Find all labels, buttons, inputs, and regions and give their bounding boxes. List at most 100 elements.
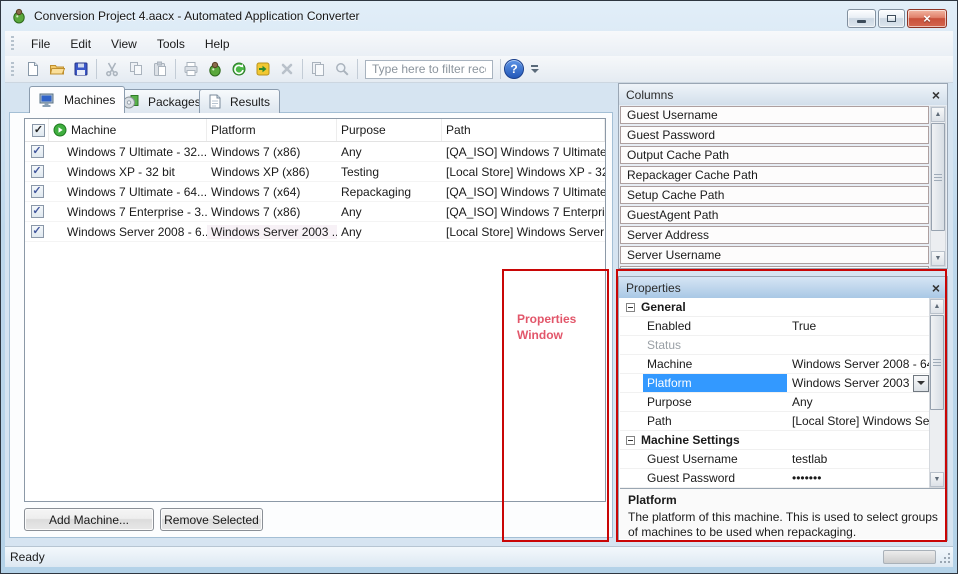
scroll-down-icon[interactable]: ▼ [931, 251, 945, 266]
property-row-enabled[interactable]: Enabled True [620, 317, 946, 336]
title-bar: Conversion Project 4.aacx - Automated Ap… [1, 1, 957, 31]
open-project-icon[interactable] [45, 58, 69, 80]
group-machine-settings[interactable]: Machine Settings [620, 431, 946, 450]
column-chip[interactable]: Guest Password [620, 126, 929, 144]
row-checkbox[interactable]: ✓ [31, 225, 44, 238]
columns-list: Guest Username Guest Password Output Cac… [619, 105, 947, 268]
cell-path: [QA_ISO] Windows 7 Ultimate ... [442, 185, 605, 199]
minimize-icon [857, 20, 866, 23]
collapse-icon[interactable] [626, 303, 635, 312]
properties-panel-title: Properties [626, 281, 681, 295]
row-checkbox[interactable]: ✓ [31, 205, 44, 218]
menu-file[interactable]: File [21, 34, 60, 54]
maximize-button[interactable] [878, 9, 905, 28]
start-conversion-icon[interactable] [203, 58, 227, 80]
cell-platform: Windows 7 (x86) [207, 145, 337, 159]
minimize-button[interactable] [847, 9, 876, 28]
platform-dropdown-button[interactable] [913, 375, 929, 392]
toolbar-separator [357, 59, 358, 79]
thumb-grip-icon [934, 174, 942, 181]
column-header-purpose[interactable]: Purpose [337, 119, 442, 141]
properties-panel: Properties × General Enabled True Status… [618, 276, 948, 541]
scroll-up-icon[interactable]: ▲ [931, 107, 945, 122]
close-icon[interactable]: × [932, 88, 940, 102]
menu-bar: File Edit View Tools Help [5, 31, 953, 56]
scroll-down-icon[interactable]: ▼ [930, 472, 944, 487]
column-header-platform[interactable]: Platform [207, 119, 337, 141]
table-row[interactable]: ✓ Windows 7 Enterprise - 3... Windows 7 … [25, 202, 605, 222]
cell-machine: Windows Server 2008 - 6... [49, 225, 207, 239]
scrollbar-thumb[interactable] [930, 315, 944, 410]
filter-input[interactable] [365, 60, 493, 79]
add-machine-button[interactable]: Add Machine... [24, 508, 154, 531]
maximize-icon [887, 15, 896, 22]
resize-grip[interactable] [940, 553, 950, 563]
group-general[interactable]: General [620, 298, 946, 317]
toolbar-separator [302, 59, 303, 79]
menubar-gripper[interactable] [11, 36, 14, 51]
close-icon[interactable]: × [932, 281, 940, 295]
menu-edit[interactable]: Edit [60, 34, 101, 54]
column-header-path[interactable]: Path [442, 119, 605, 141]
tab-results[interactable]: Results [199, 89, 280, 113]
cell-path: [Local Store] Windows Server 2... [442, 225, 605, 239]
menu-view[interactable]: View [101, 34, 147, 54]
table-row[interactable]: ✓ Windows XP - 32 bit Windows XP (x86) T… [25, 162, 605, 182]
column-chip[interactable]: Server Address [620, 226, 929, 244]
column-chip[interactable]: Repackager Cache Path [620, 166, 929, 184]
close-button[interactable]: × [907, 9, 947, 28]
property-row-path[interactable]: Path [Local Store] Windows Ser [620, 412, 946, 431]
annotation-text: Properties Window [517, 311, 576, 343]
property-description-title: Platform [628, 493, 938, 507]
menu-tools[interactable]: Tools [147, 34, 195, 54]
cell-machine: Windows 7 Ultimate - 32... [49, 145, 207, 159]
columns-scrollbar[interactable]: ▲ ▼ [930, 106, 946, 267]
run-to-icon[interactable] [251, 58, 275, 80]
duplicate-icon [306, 58, 330, 80]
column-header-machine[interactable]: Machine [49, 119, 207, 141]
column-chip[interactable]: Server Password [620, 266, 929, 268]
remove-selected-button[interactable]: Remove Selected [160, 508, 263, 531]
scroll-up-icon[interactable]: ▲ [930, 299, 944, 314]
cell-platform: Windows 7 (x64) [207, 185, 337, 199]
property-row-platform[interactable]: Platform Windows Server 2003 R [620, 374, 946, 393]
collapse-icon[interactable] [626, 436, 635, 445]
column-chip[interactable]: Guest Username [620, 106, 929, 124]
row-checkbox[interactable]: ✓ [31, 165, 44, 178]
cell-machine: Windows 7 Enterprise - 3... [49, 205, 207, 219]
toolbar-gripper[interactable] [11, 62, 14, 77]
stop-icon [275, 58, 299, 80]
toolbar-separator [96, 59, 97, 79]
table-row[interactable]: ✓ Windows 7 Ultimate - 64... Windows 7 (… [25, 182, 605, 202]
toolbar-separator [175, 59, 176, 79]
tab-machines[interactable]: Machines [29, 86, 125, 113]
new-project-icon[interactable] [21, 58, 45, 80]
properties-scrollbar[interactable]: ▲ ▼ [929, 298, 945, 488]
property-row-guest-password[interactable]: Guest Password ••••••• [620, 469, 946, 488]
save-project-icon[interactable] [69, 58, 93, 80]
table-row[interactable]: ✓ Windows 7 Ultimate - 32... Windows 7 (… [25, 142, 605, 162]
table-row[interactable]: ✓ Windows Server 2008 - 6... Windows Ser… [25, 222, 605, 242]
tab-packages[interactable]: Packages [113, 89, 211, 113]
column-chip[interactable]: Server Username [620, 246, 929, 264]
help-icon[interactable]: ? [504, 59, 524, 79]
row-checkbox[interactable]: ✓ [31, 185, 44, 198]
select-all-checkbox[interactable]: ✓ [25, 119, 49, 141]
property-description-text: The platform of this machine. This is us… [628, 510, 938, 540]
toolbar-overflow-button[interactable] [528, 58, 541, 80]
column-chip[interactable]: Setup Cache Path [620, 186, 929, 204]
cut-icon [100, 58, 124, 80]
row-checkbox[interactable]: ✓ [31, 145, 44, 158]
scrollbar-thumb[interactable] [931, 123, 945, 231]
machines-tab-icon [39, 93, 55, 108]
column-chip[interactable]: GuestAgent Path [620, 206, 929, 224]
refresh-icon[interactable] [227, 58, 251, 80]
property-row-purpose[interactable]: Purpose Any [620, 393, 946, 412]
column-chip[interactable]: Output Cache Path [620, 146, 929, 164]
properties-grid: General Enabled True Status Machine Wind… [620, 298, 946, 488]
property-row-guest-username[interactable]: Guest Username testlab [620, 450, 946, 469]
toolbar: ? [5, 56, 953, 83]
menu-help[interactable]: Help [195, 34, 240, 54]
cell-purpose: Repackaging [337, 185, 442, 199]
property-row-machine[interactable]: Machine Windows Server 2008 - 64 [620, 355, 946, 374]
